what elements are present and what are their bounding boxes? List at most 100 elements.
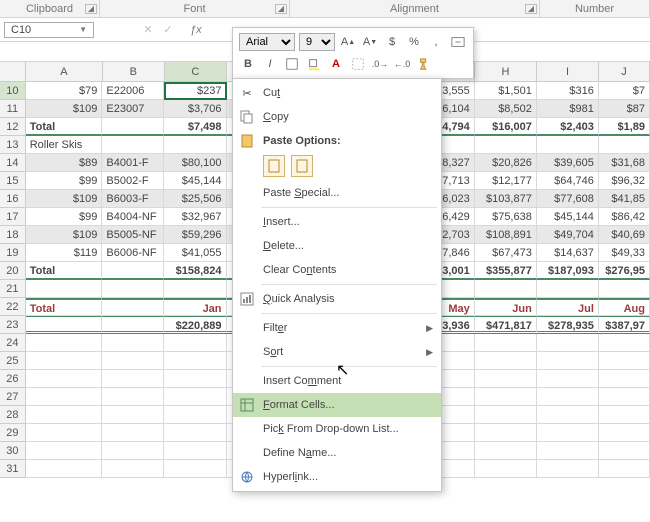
cell[interactable]: $103,877 <box>475 190 537 208</box>
cell[interactable] <box>164 460 226 478</box>
cell[interactable]: $39,605 <box>537 154 599 172</box>
cell[interactable] <box>475 352 537 370</box>
cell[interactable]: $41,85 <box>599 190 650 208</box>
cell[interactable] <box>475 370 537 388</box>
cell[interactable]: $77,608 <box>537 190 599 208</box>
cell[interactable] <box>102 442 164 460</box>
row-header[interactable]: 25 <box>0 352 26 370</box>
row-header[interactable]: 28 <box>0 406 26 424</box>
cell[interactable] <box>599 388 650 406</box>
cell[interactable]: $25,506 <box>164 190 226 208</box>
fx-icon[interactable]: ƒx <box>190 24 202 36</box>
cell[interactable]: Total <box>26 118 103 136</box>
cell[interactable]: $45,144 <box>537 208 599 226</box>
column-header[interactable]: I <box>537 62 599 81</box>
column-header[interactable]: J <box>599 62 650 81</box>
cell[interactable] <box>599 280 650 298</box>
cell[interactable] <box>26 460 103 478</box>
row-header[interactable]: 11 <box>0 100 26 118</box>
cell[interactable] <box>475 460 537 478</box>
cell[interactable] <box>599 460 650 478</box>
cell[interactable] <box>102 460 164 478</box>
cell[interactable] <box>599 370 650 388</box>
ctx-insert[interactable]: Insert... <box>233 210 441 234</box>
paste-default-icon[interactable] <box>263 155 285 177</box>
cell[interactable]: $45,144 <box>164 172 226 190</box>
cell[interactable] <box>164 136 226 154</box>
cell[interactable]: $108,891 <box>475 226 537 244</box>
cell[interactable]: $16,007 <box>475 118 537 136</box>
cell[interactable] <box>26 406 103 424</box>
row-header[interactable]: 16 <box>0 190 26 208</box>
row-header[interactable]: 23 <box>0 316 26 334</box>
cell[interactable] <box>599 442 650 460</box>
cell[interactable]: B6006-NF <box>102 244 164 262</box>
cell[interactable]: Total <box>26 262 103 280</box>
cell[interactable]: $32,967 <box>164 208 226 226</box>
decrease-font-icon[interactable]: A▼ <box>361 33 379 51</box>
cell[interactable] <box>475 442 537 460</box>
cell[interactable] <box>537 352 599 370</box>
cell[interactable]: Aug <box>599 298 650 316</box>
cell[interactable] <box>164 424 226 442</box>
cell[interactable]: E23007 <box>102 100 164 118</box>
cell[interactable]: $20,826 <box>475 154 537 172</box>
row-header[interactable]: 21 <box>0 280 26 298</box>
cell[interactable]: $96,32 <box>599 172 650 190</box>
ctx-insert-comment[interactable]: Insert Comment <box>233 369 441 393</box>
cell[interactable]: $14,637 <box>537 244 599 262</box>
ctx-filter[interactable]: Filter▶ <box>233 316 441 340</box>
cell[interactable]: Roller Skis <box>26 136 103 154</box>
cell[interactable] <box>102 352 164 370</box>
cancel-formula-icon[interactable]: ✕ <box>138 23 158 36</box>
cell[interactable]: Jan <box>164 298 226 316</box>
ctx-sort[interactable]: Sort▶ <box>233 340 441 364</box>
cell[interactable]: $64,746 <box>537 172 599 190</box>
cell[interactable]: $316 <box>537 82 599 100</box>
row-header[interactable]: 29 <box>0 424 26 442</box>
cell[interactable]: $67,473 <box>475 244 537 262</box>
cell[interactable] <box>164 334 226 352</box>
cell[interactable] <box>164 406 226 424</box>
format-painter-icon[interactable] <box>415 55 433 73</box>
cell[interactable] <box>599 424 650 442</box>
cell[interactable]: $49,704 <box>537 226 599 244</box>
cell[interactable] <box>537 424 599 442</box>
cell[interactable]: $109 <box>26 226 103 244</box>
cell[interactable] <box>26 388 103 406</box>
ctx-quick-analysis[interactable]: Quick Analysis <box>233 287 441 311</box>
cell[interactable] <box>102 316 164 334</box>
cell[interactable] <box>26 280 103 298</box>
cell[interactable]: $79 <box>26 82 103 100</box>
percent-format-icon[interactable]: % <box>405 33 423 51</box>
cell[interactable]: $355,877 <box>475 262 537 280</box>
cell[interactable] <box>102 406 164 424</box>
cell[interactable] <box>537 136 599 154</box>
cell[interactable]: $1,89 <box>599 118 650 136</box>
cell[interactable]: $278,935 <box>537 316 599 334</box>
cell[interactable]: Jul <box>537 298 599 316</box>
ctx-define-name[interactable]: Define Name... <box>233 441 441 465</box>
cell[interactable] <box>26 316 103 334</box>
cell[interactable] <box>599 334 650 352</box>
cell[interactable]: $99 <box>26 208 103 226</box>
cell[interactable]: $981 <box>537 100 599 118</box>
cell[interactable]: B5002-F <box>102 172 164 190</box>
cell[interactable]: $187,093 <box>537 262 599 280</box>
row-header[interactable]: 12 <box>0 118 26 136</box>
ctx-paste-special[interactable]: Paste Special... <box>233 181 441 205</box>
row-header[interactable]: 10 <box>0 82 26 100</box>
cell[interactable]: $99 <box>26 172 103 190</box>
row-header[interactable]: 15 <box>0 172 26 190</box>
ctx-hyperlink[interactable]: Hyperlink... <box>233 465 441 489</box>
font-family-select[interactable]: Arial <box>239 33 295 51</box>
cell[interactable] <box>599 352 650 370</box>
row-header[interactable]: 22 <box>0 298 26 316</box>
cell[interactable] <box>537 460 599 478</box>
cell[interactable] <box>475 424 537 442</box>
cell[interactable]: $31,68 <box>599 154 650 172</box>
cell[interactable] <box>102 424 164 442</box>
cell[interactable]: $86,42 <box>599 208 650 226</box>
cell[interactable] <box>475 388 537 406</box>
cell[interactable]: E22006 <box>102 82 164 100</box>
